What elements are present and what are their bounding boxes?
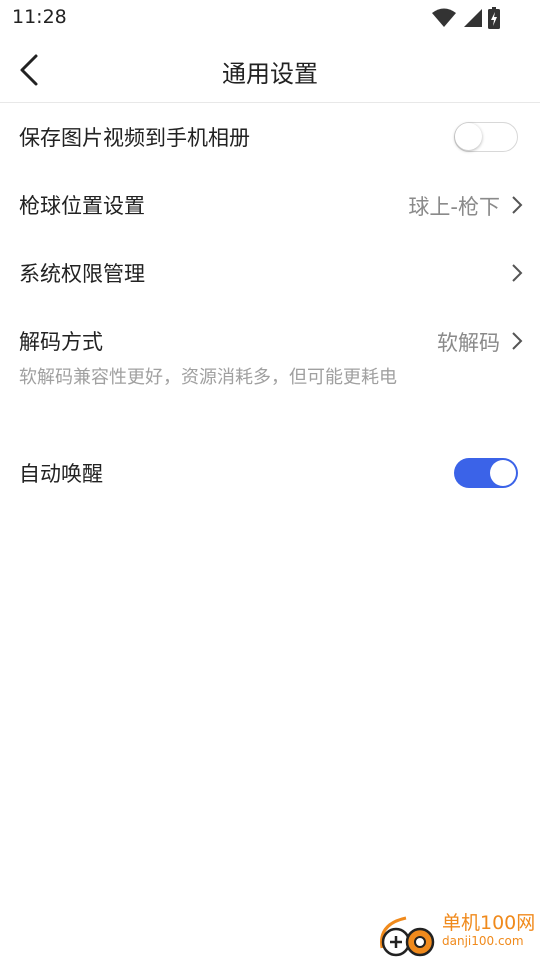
header: 通用设置 (0, 36, 540, 103)
cell-signal-icon (464, 9, 482, 27)
chevron-right-icon (512, 264, 523, 282)
chevron-right-icon (512, 332, 523, 350)
setting-label-decoding: 解码方式 (19, 330, 103, 354)
setting-row-permissions[interactable]: 系统权限管理 (0, 238, 540, 306)
setting-row-decoding[interactable]: 解码方式 软解码 软解码兼容性更好，资源消耗多，但可能更耗电 (0, 306, 540, 424)
status-time: 11:28 (12, 6, 67, 28)
page-title: 通用设置 (222, 60, 318, 88)
wifi-icon (432, 8, 456, 27)
setting-label-permissions: 系统权限管理 (19, 262, 145, 286)
status-icons (432, 7, 500, 29)
setting-value-position: 球上-枪下 (408, 195, 500, 219)
setting-row-auto-wake[interactable]: 自动唤醒 (0, 440, 540, 508)
setting-value-decoding: 软解码 (437, 331, 500, 355)
setting-label-save-media: 保存图片视频到手机相册 (19, 126, 250, 150)
status-bar: 11:28 (0, 0, 540, 36)
chevron-right-icon (512, 196, 523, 214)
watermark: 单机100网 danji100.com (376, 908, 536, 958)
auto-wake-toggle[interactable] (454, 458, 518, 488)
setting-label-auto-wake: 自动唤醒 (19, 462, 103, 486)
setting-row-save-media[interactable]: 保存图片视频到手机相册 (0, 102, 540, 170)
battery-charging-icon (488, 7, 500, 29)
watermark-text-en: danji100.com (442, 934, 524, 948)
toggle-knob (455, 123, 482, 150)
watermark-text-cn: 单机100网 (442, 912, 536, 934)
watermark-logo (380, 916, 435, 957)
setting-row-position[interactable]: 枪球位置设置 球上-枪下 (0, 170, 540, 238)
save-media-toggle[interactable] (454, 122, 518, 152)
toggle-knob (490, 460, 516, 486)
setting-desc-decoding: 软解码兼容性更好，资源消耗多，但可能更耗电 (19, 367, 397, 388)
setting-label-position: 枪球位置设置 (19, 194, 145, 218)
